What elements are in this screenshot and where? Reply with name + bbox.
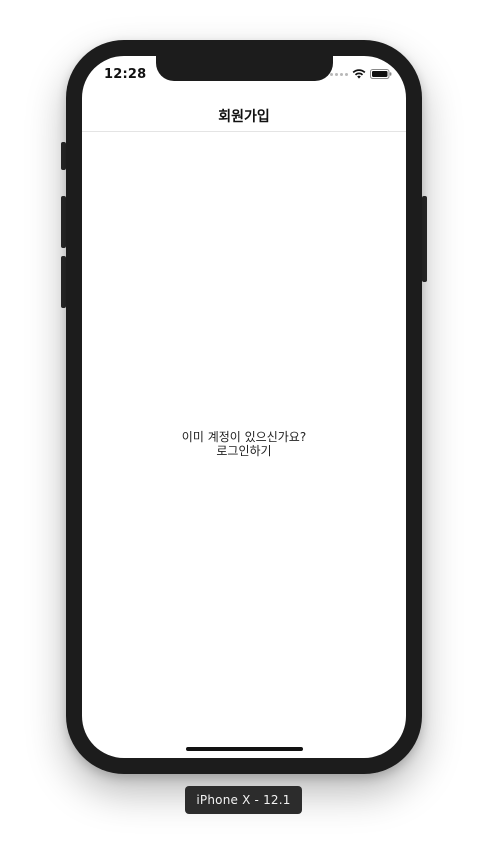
cellular-signal-icon: [330, 72, 348, 76]
existing-account-prompt: 이미 계정이 있으신가요?: [181, 430, 307, 444]
notch: [156, 56, 333, 81]
device-screen: 12:28 회원가입 이미 계정이 있으신가요? 로그인하기: [82, 56, 406, 758]
page-title: 회원가입: [218, 108, 270, 125]
login-link[interactable]: 로그인하기: [216, 444, 271, 458]
wifi-icon: [352, 69, 366, 79]
status-time: 12:28: [104, 67, 147, 82]
status-indicators: [330, 69, 392, 79]
signup-content: 이미 계정이 있으신가요? 로그인하기: [82, 430, 406, 458]
battery-icon: [370, 69, 392, 79]
simulator-stage: 12:28 회원가입 이미 계정이 있으신가요? 로그인하기 iPhone X …: [0, 0, 488, 850]
home-indicator[interactable]: [186, 747, 303, 751]
device-label: iPhone X - 12.1: [185, 786, 302, 814]
navigation-bar: 회원가입: [82, 100, 406, 132]
power-button: [422, 196, 427, 282]
